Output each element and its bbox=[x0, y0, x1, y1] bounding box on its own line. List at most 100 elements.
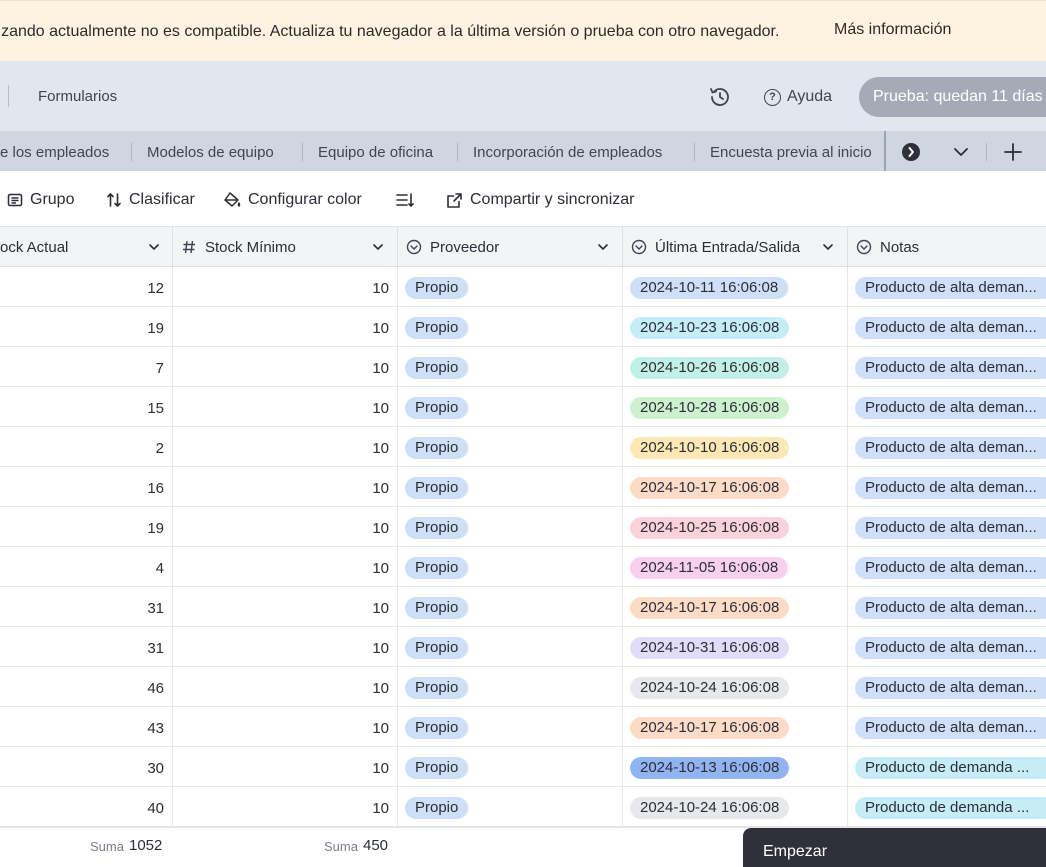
cell-ultima-entrada-salida[interactable]: 2024-10-17 16:06:08 bbox=[623, 587, 848, 627]
cell-proveedor[interactable]: Propio bbox=[398, 587, 623, 627]
tab-empleados[interactable]: e los empleados bbox=[0, 144, 109, 161]
cell-notas[interactable]: Producto de alta deman... bbox=[848, 387, 1046, 427]
chevron-down-icon[interactable] bbox=[822, 241, 834, 253]
help-button[interactable]: ? Ayuda bbox=[764, 86, 832, 108]
column-header-ultima-entrada-salida[interactable]: Última Entrada/Salida bbox=[623, 227, 848, 267]
chevron-down-icon[interactable] bbox=[372, 241, 384, 253]
cell-stock-minimo[interactable]: 10 bbox=[173, 627, 398, 667]
cell-notas[interactable]: Producto de demanda ... bbox=[848, 787, 1046, 827]
cell-stock-minimo[interactable]: 10 bbox=[173, 427, 398, 467]
table-row[interactable]: 4 10 Propio 2024-11-05 16:06:08 Producto de … bbox=[0, 547, 1046, 587]
cell-ultima-entrada-salida[interactable]: 2024-10-25 16:06:08 bbox=[623, 507, 848, 547]
cell-notas[interactable]: Producto de alta deman... bbox=[848, 507, 1046, 547]
cell-stock-minimo[interactable]: 10 bbox=[173, 547, 398, 587]
cell-ultima-entrada-salida[interactable]: 2024-10-17 16:06:08 bbox=[623, 707, 848, 747]
cell-stock-actual[interactable]: 19 bbox=[0, 507, 173, 547]
sort-button[interactable]: Clasificar bbox=[106, 190, 195, 210]
cell-notas[interactable]: Producto de alta deman... bbox=[848, 427, 1046, 467]
column-header-notas[interactable]: Notas bbox=[848, 227, 1046, 267]
table-row[interactable]: 16 10 Propio 2024-10-17 16:06:08 Producto de… bbox=[0, 467, 1046, 507]
cell-stock-minimo[interactable]: 10 bbox=[173, 587, 398, 627]
cell-notas[interactable]: Producto de alta deman... bbox=[848, 627, 1046, 667]
cell-stock-actual[interactable]: 30 bbox=[0, 747, 173, 787]
cell-notas[interactable]: Producto de demanda ... bbox=[848, 747, 1046, 787]
cell-ultima-entrada-salida[interactable]: 2024-10-28 16:06:08 bbox=[623, 387, 848, 427]
cell-stock-actual[interactable]: 31 bbox=[0, 627, 173, 667]
cell-notas[interactable]: Producto de alta deman... bbox=[848, 707, 1046, 747]
tab-incorporacion[interactable]: Incorporación de empleados bbox=[473, 144, 662, 161]
table-row[interactable]: 19 10 Propio 2024-10-25 16:06:08 Producto de… bbox=[0, 507, 1046, 547]
cell-stock-minimo[interactable]: 10 bbox=[173, 307, 398, 347]
table-row[interactable]: 31 10 Propio 2024-10-31 16:06:08 Producto de… bbox=[0, 627, 1046, 667]
cell-stock-actual[interactable]: 19 bbox=[0, 307, 173, 347]
table-row[interactable]: 30 10 Propio 2024-10-13 16:06:08 Producto de… bbox=[0, 747, 1046, 787]
more-info-link[interactable]: Más información bbox=[834, 21, 951, 39]
cell-stock-minimo[interactable]: 10 bbox=[173, 787, 398, 827]
cell-proveedor[interactable]: Propio bbox=[398, 627, 623, 667]
cell-ultima-entrada-salida[interactable]: 2024-10-23 16:06:08 bbox=[623, 307, 848, 347]
cell-ultima-entrada-salida[interactable]: 2024-11-05 16:06:08 bbox=[623, 547, 848, 587]
cell-proveedor[interactable]: Propio bbox=[398, 387, 623, 427]
cell-ultima-entrada-salida[interactable]: 2024-10-10 16:06:08 bbox=[623, 427, 848, 467]
cell-proveedor[interactable]: Propio bbox=[398, 747, 623, 787]
cell-ultima-entrada-salida[interactable]: 2024-10-11 16:06:08 bbox=[623, 267, 848, 307]
cell-stock-minimo[interactable]: 10 bbox=[173, 747, 398, 787]
cell-proveedor[interactable]: Propio bbox=[398, 467, 623, 507]
column-header-stock-actual[interactable]: ock Actual bbox=[0, 227, 173, 267]
forms-tab[interactable]: Formularios bbox=[38, 88, 117, 105]
cell-notas[interactable]: Producto de alta deman... bbox=[848, 467, 1046, 507]
cell-ultima-entrada-salida[interactable]: 2024-10-26 16:06:08 bbox=[623, 347, 848, 387]
chevron-down-icon[interactable] bbox=[148, 241, 160, 253]
cell-stock-actual[interactable]: 43 bbox=[0, 707, 173, 747]
cell-stock-actual[interactable]: 2 bbox=[0, 427, 173, 467]
cell-notas[interactable]: Producto de alta deman... bbox=[848, 307, 1046, 347]
cell-notas[interactable]: Producto de alta deman... bbox=[848, 587, 1046, 627]
start-button[interactable]: Empezar bbox=[743, 828, 1046, 867]
cell-stock-actual[interactable]: 16 bbox=[0, 467, 173, 507]
cell-proveedor[interactable]: Propio bbox=[398, 667, 623, 707]
cell-proveedor[interactable]: Propio bbox=[398, 427, 623, 467]
table-row[interactable]: 31 10 Propio 2024-10-17 16:06:08 Producto de… bbox=[0, 587, 1046, 627]
cell-stock-actual[interactable]: 46 bbox=[0, 667, 173, 707]
cell-proveedor[interactable]: Propio bbox=[398, 787, 623, 827]
cell-notas[interactable]: Producto de alta deman... bbox=[848, 547, 1046, 587]
cell-stock-actual[interactable]: 7 bbox=[0, 347, 173, 387]
scroll-tabs-right-icon[interactable] bbox=[902, 143, 920, 161]
cell-stock-minimo[interactable]: 10 bbox=[173, 707, 398, 747]
cell-stock-actual[interactable]: 4 bbox=[0, 547, 173, 587]
cell-ultima-entrada-salida[interactable]: 2024-10-24 16:06:08 bbox=[623, 787, 848, 827]
cell-stock-minimo[interactable]: 10 bbox=[173, 267, 398, 307]
table-row[interactable]: 7 10 Propio 2024-10-26 16:06:08 Producto de … bbox=[0, 347, 1046, 387]
cell-stock-actual[interactable]: 40 bbox=[0, 787, 173, 827]
row-height-button[interactable] bbox=[396, 190, 414, 210]
table-row[interactable]: 43 10 Propio 2024-10-17 16:06:08 Producto de… bbox=[0, 707, 1046, 747]
table-row[interactable]: 19 10 Propio 2024-10-23 16:06:08 Producto de… bbox=[0, 307, 1046, 347]
cell-stock-actual[interactable]: 15 bbox=[0, 387, 173, 427]
cell-proveedor[interactable]: Propio bbox=[398, 507, 623, 547]
cell-proveedor[interactable]: Propio bbox=[398, 307, 623, 347]
cell-ultima-entrada-salida[interactable]: 2024-10-17 16:06:08 bbox=[623, 467, 848, 507]
cell-proveedor[interactable]: Propio bbox=[398, 347, 623, 387]
chevron-down-icon[interactable] bbox=[597, 241, 609, 253]
cell-notas[interactable]: Producto de alta deman... bbox=[848, 267, 1046, 307]
add-table-icon[interactable] bbox=[1004, 143, 1022, 161]
group-button[interactable]: Grupo bbox=[7, 190, 74, 210]
cell-ultima-entrada-salida[interactable]: 2024-10-24 16:06:08 bbox=[623, 667, 848, 707]
cell-stock-actual[interactable]: 31 bbox=[0, 587, 173, 627]
table-row[interactable]: 15 10 Propio 2024-10-28 16:06:08 Producto de… bbox=[0, 387, 1046, 427]
tab-encuesta[interactable]: Encuesta previa al inicio bbox=[710, 144, 872, 161]
cell-stock-minimo[interactable]: 10 bbox=[173, 667, 398, 707]
cell-proveedor[interactable]: Propio bbox=[398, 267, 623, 307]
cell-proveedor[interactable]: Propio bbox=[398, 707, 623, 747]
table-row[interactable]: 2 10 Propio 2024-10-10 16:06:08 Producto de … bbox=[0, 427, 1046, 467]
column-header-stock-minimo[interactable]: Stock Mínimo bbox=[173, 227, 398, 267]
cell-notas[interactable]: Producto de alta deman... bbox=[848, 667, 1046, 707]
cell-ultima-entrada-salida[interactable]: 2024-10-13 16:06:08 bbox=[623, 747, 848, 787]
tab-modelos-de-equipo[interactable]: Modelos de equipo bbox=[147, 144, 274, 161]
chevron-down-icon[interactable] bbox=[952, 144, 970, 160]
column-header-proveedor[interactable]: Proveedor bbox=[398, 227, 623, 267]
color-config-button[interactable]: Configurar color bbox=[223, 190, 362, 210]
history-icon[interactable] bbox=[708, 85, 732, 109]
cell-stock-minimo[interactable]: 10 bbox=[173, 387, 398, 427]
cell-stock-minimo[interactable]: 10 bbox=[173, 507, 398, 547]
